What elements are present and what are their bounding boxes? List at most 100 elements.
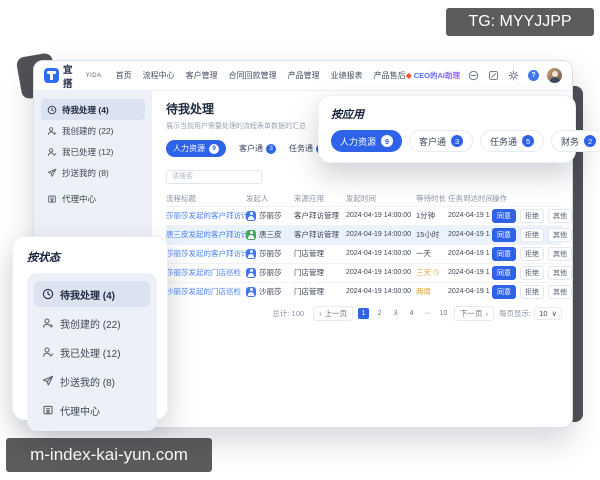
page-number-4[interactable]: 4: [406, 308, 417, 319]
sidebar-item-created[interactable]: 我创建的 (22): [41, 120, 145, 141]
status-item-pending[interactable]: 待我处理 (4): [34, 281, 150, 307]
ai-spark-icon: ◆: [405, 71, 412, 80]
approve-button[interactable]: 同意: [492, 208, 516, 223]
status-item-created[interactable]: 我创建的 (22): [34, 310, 150, 336]
table-row: 莎丽莎发起的门店巡检 莎丽莎 门店管理 2024-04-19 14:00:00 …: [166, 262, 572, 282]
status-item-processed[interactable]: 我已处理 (12): [34, 339, 150, 365]
user-avatar[interactable]: [547, 68, 562, 83]
next-page-button[interactable]: 下一页 ›: [454, 305, 495, 321]
table-row: 莎丽莎发起的客户拜访计划 莎丽莎 客户拜访管理 2024-04-19 14:00…: [166, 205, 572, 225]
sidebar-item-pending[interactable]: 待我处理 (4): [41, 99, 145, 120]
approve-button[interactable]: 同意: [492, 227, 516, 242]
top-navbar: 宜搭 YIDA 首页 流程中心 客户管理 合同回款管理 产品管理 业绩报表 产品…: [34, 61, 572, 91]
panel-tab-customer-count: 3: [451, 135, 464, 147]
by-status-panel: 按状态 待我处理 (4) 我创建的 (22) 我已处理 (12) 抄送我的 (8…: [12, 236, 168, 431]
panel-tab-task-count: 5: [522, 135, 535, 147]
domain-watermark-badge: m-index-kai-yun.com: [6, 438, 212, 472]
nav-item-product-mgmt[interactable]: 产品管理: [288, 70, 320, 81]
col-header-app: 来源应用: [294, 193, 324, 203]
nav-item-customer-mgmt[interactable]: 客户管理: [186, 70, 218, 81]
sidebar-item-cc-me[interactable]: 抄送我的 (8): [41, 162, 145, 183]
other-button[interactable]: 其他: [548, 246, 572, 261]
nav-item-home[interactable]: 首页: [116, 70, 132, 81]
tab-hr[interactable]: 人力资源 9: [166, 140, 226, 157]
reject-button[interactable]: 拒绝: [520, 284, 544, 299]
tab-customer-count: 3: [266, 143, 276, 154]
page-ellipsis[interactable]: ···: [422, 308, 433, 319]
help-icon[interactable]: ?: [527, 69, 540, 82]
tg-watermark-badge: TG: MYYJJPP: [446, 8, 594, 36]
col-header-title: 流程标题: [166, 193, 196, 203]
logo-text-cn: 宜搭: [63, 64, 73, 90]
panel-tab-finance[interactable]: 财务 2: [551, 130, 600, 152]
screenshot-stage: TG: MYYJJPP m-index-kai-yun.com 宜搭 YIDA …: [0, 0, 600, 480]
yida-logo[interactable]: 宜搭 YIDA: [44, 62, 102, 90]
prev-page-button[interactable]: ‹ 上一页: [313, 305, 354, 321]
table-header-row: 流程标题 发起人 来源应用 发起时间 等待时长 任务到达时间 操作: [166, 190, 562, 206]
other-button[interactable]: 其他: [548, 265, 572, 280]
approve-button[interactable]: 同意: [492, 265, 516, 280]
by-application-panel: 按应用 人力资源 9 客户通 3 任务通 5 财务 2: [318, 95, 600, 163]
status-item-cc-me[interactable]: 抄送我的 (8): [34, 368, 150, 394]
by-status-title: 按状态: [27, 252, 60, 264]
chevron-down-icon: ∨: [551, 308, 558, 318]
nav-right-cluster: ◆ CEO的AI助理 ?: [406, 68, 562, 83]
ai-assistant-label: CEO的AI助理: [413, 71, 460, 80]
nav-item-process-center[interactable]: 流程中心: [143, 70, 175, 81]
approve-button[interactable]: 同意: [492, 246, 516, 261]
pagination-bar: 总计: 100 ‹ 上一页 1 2 3 4 ··· 10 下一页 › 每页显示: 1…: [166, 305, 562, 321]
logo-text-en: YIDA: [85, 72, 102, 79]
overdue-clock-icon: ◷: [433, 269, 440, 276]
sidebar-item-agent-center[interactable]: 代理中心: [41, 188, 145, 209]
task-table: 流程标题 发起人 来源应用 发起时间 等待时长 任务到达时间 操作 莎丽莎发起的…: [166, 190, 572, 301]
col-header-start-time: 发起时间: [346, 193, 376, 203]
nav-item-contract-payment[interactable]: 合同回款管理: [229, 70, 277, 81]
nav-item-performance-report[interactable]: 业绩报表: [331, 70, 363, 81]
tab-customer[interactable]: 客户通 3: [239, 143, 276, 154]
row-title-link[interactable]: 莎丽莎发起的客户拜访计划: [166, 210, 246, 221]
settings-gear-icon[interactable]: [507, 69, 520, 82]
other-button[interactable]: 其他: [548, 208, 572, 223]
ai-assistant-button[interactable]: ◆ CEO的AI助理: [406, 70, 460, 81]
other-button[interactable]: 其他: [548, 284, 572, 299]
approve-button[interactable]: 同意: [492, 284, 516, 299]
panel-tab-task[interactable]: 任务通 5: [480, 130, 545, 152]
row-title-link[interactable]: 莎丽莎发起的门店巡检: [166, 267, 246, 278]
col-header-arrive: 任务到达时间: [448, 193, 492, 203]
reject-button[interactable]: 拒绝: [520, 246, 544, 261]
row-title-link[interactable]: 莎丽莎发起的客户拜访计划: [166, 248, 246, 259]
page-number-2[interactable]: 2: [374, 308, 385, 319]
panel-tab-finance-count: 2: [584, 135, 597, 147]
sidebar-item-processed[interactable]: 我已处理 (12): [41, 141, 145, 162]
panel-tab-hr[interactable]: 人力资源 9: [331, 130, 403, 152]
row-title-link[interactable]: 唐三皮发起的客户拜访计划: [166, 229, 246, 240]
reject-button[interactable]: 拒绝: [520, 208, 544, 223]
panel-tab-customer[interactable]: 客户通 3: [409, 130, 474, 152]
other-button[interactable]: 其他: [548, 227, 572, 242]
col-header-actions: 操作: [492, 193, 507, 203]
col-header-wait: 等待时长: [416, 193, 446, 203]
per-page-select[interactable]: 10 ∨: [534, 306, 562, 320]
page-number-3[interactable]: 3: [390, 308, 401, 319]
per-page-label: 每页显示:: [499, 308, 532, 318]
status-item-agent-center[interactable]: 代理中心: [34, 397, 150, 423]
reject-button[interactable]: 拒绝: [520, 265, 544, 280]
page-number-10[interactable]: 10: [438, 308, 449, 319]
nav-item-after-sales[interactable]: 产品售后: [374, 70, 406, 81]
search-input[interactable]: [166, 169, 262, 184]
col-header-starter: 发起人: [246, 193, 269, 203]
search-box: [166, 165, 562, 184]
compose-icon[interactable]: [487, 69, 500, 82]
page-number-1[interactable]: 1: [358, 307, 370, 319]
row-title-link[interactable]: 沙丽莎发起的门店巡检: [166, 286, 246, 297]
starter-avatar: [246, 267, 256, 278]
by-application-title: 按应用: [331, 109, 364, 121]
table-row: 唐三皮发起的客户拜访计划 唐三皮 客户拜访管理 2024-04-19 14:00…: [166, 224, 572, 244]
table-row: 莎丽莎发起的客户拜访计划 莎丽莎 门店管理 2024-04-19 14:00:0…: [166, 243, 572, 263]
table-row: 沙丽莎发起的门店巡检 沙丽莎 门店管理 2024-04-19 14:00:00 …: [166, 281, 572, 301]
table-body: 莎丽莎发起的客户拜访计划 莎丽莎 客户拜访管理 2024-04-19 14:00…: [166, 205, 572, 301]
panel-tab-hr-count: 9: [381, 135, 394, 147]
reject-button[interactable]: 拒绝: [520, 227, 544, 242]
theme-icon[interactable]: [467, 69, 480, 82]
starter-avatar: [246, 286, 256, 297]
